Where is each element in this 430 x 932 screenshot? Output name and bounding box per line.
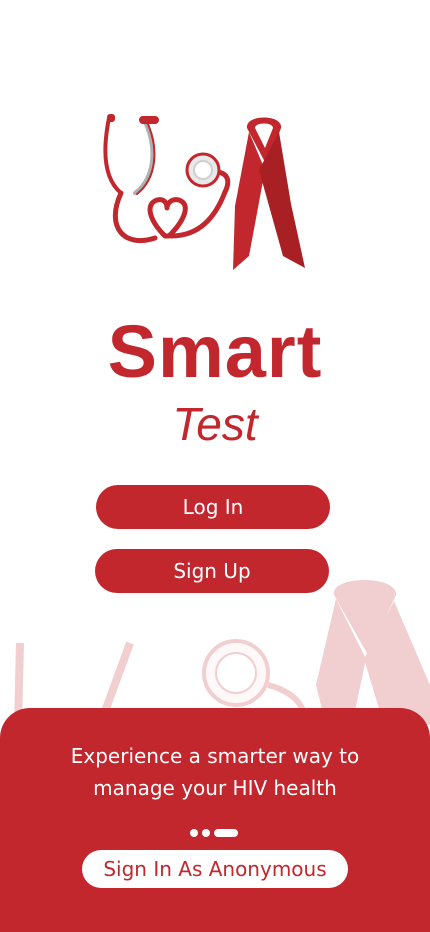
tagline-line-1: Experience a smarter way to: [70, 744, 360, 768]
page-dot-active[interactable]: [214, 829, 238, 837]
tagline-line-2: manage your HIV health: [93, 776, 337, 800]
stethoscope-heart-icon: [103, 114, 231, 244]
hero-illustration: [103, 114, 305, 270]
page-indicator: [190, 828, 238, 838]
page-dot[interactable]: [202, 829, 210, 837]
app-subtitle: Test: [172, 398, 258, 450]
tagline: Experience a smarter way to manage your …: [40, 740, 390, 804]
login-button[interactable]: Log In: [96, 485, 330, 529]
app-title: Smart: [107, 310, 323, 393]
page-dot[interactable]: [190, 829, 198, 837]
background-decoration: [14, 580, 430, 725]
anonymous-signin-button[interactable]: Sign In As Anonymous: [82, 850, 348, 888]
faded-ribbon-icon: [316, 580, 430, 725]
awareness-ribbon-icon: [233, 117, 305, 270]
